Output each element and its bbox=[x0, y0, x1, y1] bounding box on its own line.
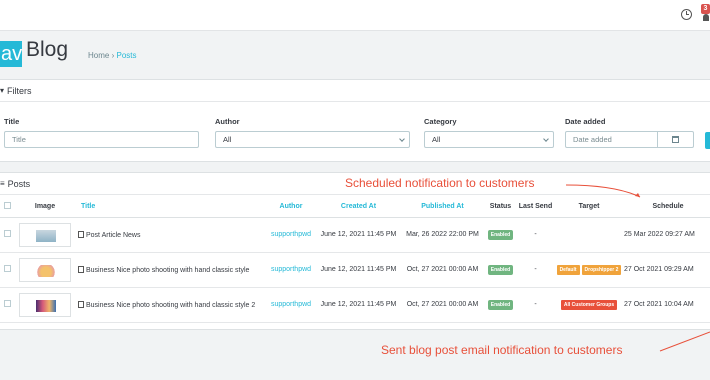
row-title[interactable]: Post Article News bbox=[78, 217, 266, 253]
breadcrumb: Home › Posts bbox=[88, 51, 137, 60]
row-created: June 12, 2021 11:45 PM bbox=[316, 287, 401, 323]
column-target: Target bbox=[554, 196, 624, 218]
category-filter-select[interactable]: All bbox=[424, 131, 554, 148]
column-published-at[interactable]: Published At bbox=[401, 196, 484, 218]
table-row[interactable]: Business Nice photo shooting with hand c… bbox=[0, 287, 710, 323]
row-schedule: 27 Oct 2021 09:29 AM bbox=[624, 252, 710, 288]
row-published: Oct, 27 2021 00:00 AM bbox=[401, 287, 484, 323]
row-image bbox=[12, 252, 78, 288]
annotation-scheduled: Scheduled notification to customers bbox=[345, 176, 535, 190]
search-button[interactable] bbox=[705, 132, 710, 149]
row-author[interactable]: supporthpwd bbox=[266, 287, 316, 323]
row-last-send: - bbox=[517, 217, 554, 253]
annotation-sent: Sent blog post email notification to cus… bbox=[381, 343, 623, 357]
row-schedule: 27 Oct 2021 10:04 AM bbox=[624, 287, 710, 323]
notification-count-badge: 3 bbox=[701, 4, 710, 14]
row-checkbox[interactable] bbox=[0, 252, 12, 288]
column-last-send: Last Send bbox=[517, 196, 554, 218]
row-checkbox[interactable] bbox=[0, 287, 12, 323]
column-status: Status bbox=[484, 196, 517, 218]
status-badge[interactable]: Enabled bbox=[487, 229, 514, 240]
logo: av bbox=[0, 41, 23, 67]
breadcrumb-posts[interactable]: Posts bbox=[116, 51, 136, 60]
row-image bbox=[12, 287, 78, 323]
post-thumbnail bbox=[19, 222, 71, 247]
select-all-checkbox[interactable] bbox=[0, 196, 12, 218]
author-filter-value: All bbox=[223, 135, 232, 144]
row-schedule: 25 Mar 2022 09:27 AM bbox=[624, 217, 710, 253]
post-thumbnail bbox=[19, 292, 71, 317]
date-filter-input[interactable]: Date added bbox=[565, 131, 694, 148]
target-tag-default: Default bbox=[556, 264, 580, 275]
row-title[interactable]: Business Nice photo shooting with hand c… bbox=[78, 252, 266, 288]
bell-icon bbox=[703, 14, 709, 21]
row-title-text: Business Nice photo shooting with hand c… bbox=[86, 301, 256, 309]
row-published: Oct, 27 2021 00:00 AM bbox=[401, 252, 484, 288]
list-icon: ≡ bbox=[0, 179, 5, 188]
table-row[interactable]: Business Nice photo shooting with hand c… bbox=[0, 252, 710, 288]
target-tag-all-groups: All Customer Groups bbox=[560, 299, 618, 310]
column-author[interactable]: Author bbox=[266, 196, 316, 218]
filters-header[interactable]: ▾ Filters bbox=[0, 80, 710, 102]
posts-table: Image Title Author Created At Published … bbox=[0, 196, 710, 323]
chevron-down-icon bbox=[543, 136, 549, 142]
table-header-row: Image Title Author Created At Published … bbox=[0, 196, 710, 218]
row-last-send: - bbox=[517, 252, 554, 288]
post-thumbnail bbox=[19, 257, 71, 282]
funnel-icon: ▾ bbox=[0, 86, 5, 95]
breadcrumb-home[interactable]: Home bbox=[88, 51, 109, 60]
status-badge[interactable]: Enabled bbox=[487, 299, 514, 310]
row-target: All Customer Groups bbox=[554, 287, 624, 323]
breadcrumb-separator: › bbox=[111, 51, 115, 60]
row-title[interactable]: Business Nice photo shooting with hand c… bbox=[78, 287, 266, 323]
calendar-icon[interactable] bbox=[657, 131, 693, 148]
title-filter-input[interactable]: Title bbox=[4, 131, 199, 148]
column-created-at[interactable]: Created At bbox=[316, 196, 401, 218]
date-filter-label: Date added bbox=[565, 117, 606, 126]
category-filter-value: All bbox=[432, 135, 441, 144]
column-image: Image bbox=[12, 196, 78, 218]
column-title[interactable]: Title bbox=[78, 196, 266, 218]
row-author[interactable]: supporthpwd bbox=[266, 252, 316, 288]
row-target bbox=[554, 217, 624, 253]
category-filter-label: Category bbox=[424, 117, 457, 126]
row-author[interactable]: supporthpwd bbox=[266, 217, 316, 253]
chevron-down-icon bbox=[399, 136, 405, 142]
target-tag-dropshipper: Dropshipper 2 bbox=[581, 264, 622, 275]
author-filter-select[interactable]: All bbox=[215, 131, 410, 148]
row-status: Enabled bbox=[484, 252, 517, 288]
row-target: Default Dropshipper 2 bbox=[554, 252, 624, 288]
date-filter-placeholder: Date added bbox=[573, 135, 612, 144]
row-created: June 12, 2021 11:45 PM bbox=[316, 217, 401, 253]
row-status: Enabled bbox=[484, 287, 517, 323]
document-icon bbox=[78, 230, 84, 238]
notifications-button[interactable]: 3 bbox=[699, 4, 710, 24]
page-title: Blog bbox=[26, 38, 69, 61]
status-badge[interactable]: Enabled bbox=[487, 264, 514, 275]
row-image bbox=[12, 217, 78, 253]
row-created: June 12, 2021 11:45 PM bbox=[316, 252, 401, 288]
row-title-text: Business Nice photo shooting with hand c… bbox=[86, 266, 250, 274]
table-row[interactable]: Post Article News supporthpwd June 12, 2… bbox=[0, 217, 710, 253]
document-icon bbox=[78, 265, 84, 273]
row-status: Enabled bbox=[484, 217, 517, 253]
top-bar: 3 bbox=[0, 0, 710, 31]
row-title-text: Post Article News bbox=[86, 231, 141, 239]
title-filter-label: Title bbox=[4, 117, 20, 126]
document-icon bbox=[78, 300, 84, 308]
row-last-send: - bbox=[517, 287, 554, 323]
clock-icon[interactable] bbox=[681, 9, 692, 20]
row-published: Mar, 26 2022 22:00 PM bbox=[401, 217, 484, 253]
author-filter-label: Author bbox=[215, 117, 240, 126]
column-schedule: Schedule bbox=[624, 196, 710, 218]
posts-heading: Posts bbox=[7, 178, 31, 189]
arrow-to-sent bbox=[659, 331, 710, 352]
row-checkbox[interactable] bbox=[0, 217, 12, 253]
posts-panel: ≡ Posts Image Title Author Created At Pu… bbox=[0, 172, 710, 330]
filters-heading: Filters bbox=[7, 85, 32, 96]
